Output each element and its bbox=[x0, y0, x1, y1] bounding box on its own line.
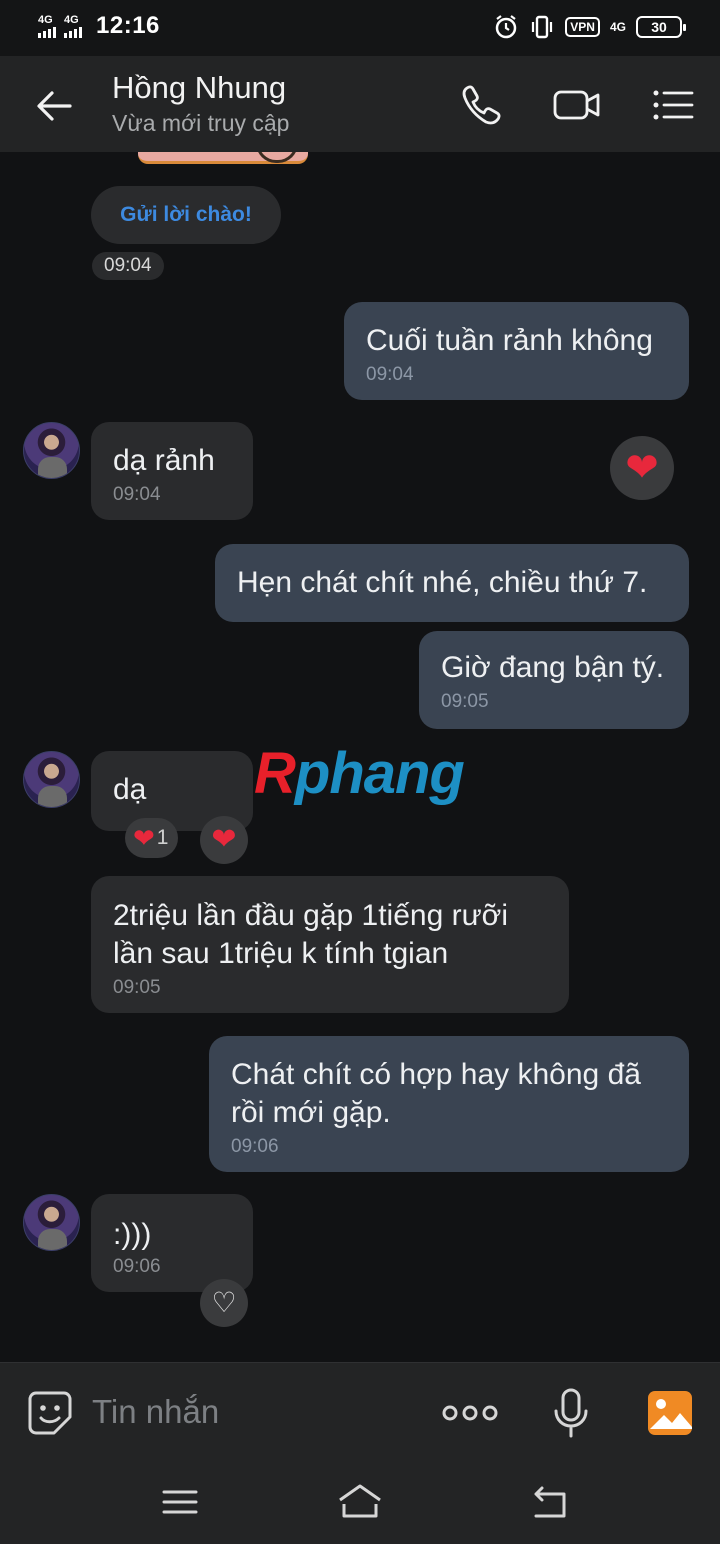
message-text: Cuối tuần rảnh không bbox=[366, 324, 653, 357]
status-time: 12:16 bbox=[96, 12, 160, 39]
message-text: :))) bbox=[113, 1218, 152, 1251]
quick-reaction-button[interactable]: ❤ bbox=[200, 816, 248, 864]
microphone-icon[interactable] bbox=[552, 1387, 590, 1439]
message-time: 09:06 bbox=[113, 1256, 161, 1277]
message-time: 09:04 bbox=[113, 484, 161, 505]
network-type: 4G bbox=[609, 20, 626, 34]
message-text: dạ rảnh bbox=[113, 444, 215, 477]
heart-icon: ❤ bbox=[211, 823, 237, 856]
message-list[interactable]: Gửi lời chào! 09:04 Cuối tuần rảnh không… bbox=[0, 152, 720, 1362]
message-text: Giờ đang bận tý. bbox=[441, 651, 665, 684]
recent-apps-icon[interactable] bbox=[158, 1482, 202, 1522]
signal-sim2-icon: 4G bbox=[64, 14, 82, 38]
message-bubble-outgoing[interactable]: Cuối tuần rảnh không 09:04 bbox=[344, 302, 689, 400]
system-navigation-bar bbox=[0, 1462, 720, 1544]
vibrate-icon bbox=[532, 15, 553, 39]
message-bubble-incoming[interactable]: :))) 09:06 bbox=[91, 1194, 253, 1292]
avatar[interactable] bbox=[23, 751, 80, 808]
message-bubble-incoming[interactable]: dạ rảnh 09:04 bbox=[91, 422, 253, 520]
message-bubble-outgoing[interactable]: Chát chít có hợp hay không đã rồi mới gặ… bbox=[209, 1036, 689, 1172]
sticker-image bbox=[138, 152, 308, 164]
message-input[interactable]: Tin nhắn bbox=[92, 1393, 219, 1431]
heart-outline-icon: ♡ bbox=[211, 1287, 237, 1318]
say-hello-button[interactable]: Gửi lời chào! bbox=[91, 186, 281, 244]
status-bar: 4G 4G 12:16 VPN 4G 30 bbox=[0, 0, 720, 56]
reaction-add-button[interactable]: ♡ bbox=[200, 1279, 248, 1327]
phone-icon[interactable] bbox=[456, 80, 506, 130]
back-nav-icon[interactable] bbox=[528, 1482, 572, 1522]
battery-icon: 30 bbox=[636, 16, 686, 38]
message-time: 09:05 bbox=[113, 977, 161, 998]
video-camera-icon[interactable] bbox=[552, 80, 602, 130]
avatar[interactable] bbox=[23, 1194, 80, 1251]
sticker-emoji-icon[interactable] bbox=[26, 1389, 74, 1437]
message-bubble-incoming[interactable]: 2triệu lần đầu gặp 1tiếng rưỡi lần sau 1… bbox=[91, 876, 569, 1013]
message-time: 09:05 bbox=[441, 691, 489, 712]
image-icon[interactable] bbox=[646, 1389, 694, 1437]
home-icon[interactable] bbox=[338, 1482, 382, 1522]
back-arrow-icon[interactable] bbox=[32, 84, 76, 128]
reaction-count: 1 bbox=[156, 826, 169, 849]
vpn-badge: VPN bbox=[565, 17, 600, 37]
reaction-summary[interactable]: ❤ 1 bbox=[125, 818, 179, 858]
message-text: 2triệu lần đầu gặp 1tiếng rưỡi lần sau 1… bbox=[113, 899, 509, 970]
avatar[interactable] bbox=[23, 422, 80, 479]
message-time: 09:04 bbox=[366, 364, 414, 385]
message-bubble-outgoing[interactable]: Hẹn chát chít nhé, chiều thứ 7. bbox=[215, 544, 689, 622]
message-text: Hẹn chát chít nhé, chiều thứ 7. bbox=[237, 566, 648, 599]
composer-bar: Tin nhắn bbox=[0, 1362, 720, 1462]
greeting-time: 09:04 bbox=[92, 252, 164, 280]
heart-icon: ❤ bbox=[133, 823, 155, 853]
chat-header: Hồng Nhung Vừa mới truy cập bbox=[0, 56, 720, 152]
heart-icon: ❤ bbox=[625, 446, 659, 490]
message-time: 09:06 bbox=[231, 1136, 279, 1157]
contact-name[interactable]: Hồng Nhung bbox=[112, 70, 286, 106]
message-text: dạ bbox=[113, 773, 147, 806]
watermark-logo: Rphang bbox=[254, 741, 465, 806]
message-bubble-outgoing[interactable]: Giờ đang bận tý. 09:05 bbox=[419, 631, 689, 729]
quick-reaction-button[interactable]: ❤ bbox=[610, 436, 674, 500]
contact-presence: Vừa mới truy cập bbox=[112, 110, 290, 136]
message-text: Chát chít có hợp hay không đã rồi mới gặ… bbox=[231, 1058, 641, 1129]
more-dots-icon[interactable] bbox=[440, 1397, 500, 1429]
list-menu-icon[interactable] bbox=[648, 80, 698, 130]
signal-sim1-icon: 4G bbox=[38, 14, 56, 38]
alarm-icon bbox=[496, 15, 517, 39]
